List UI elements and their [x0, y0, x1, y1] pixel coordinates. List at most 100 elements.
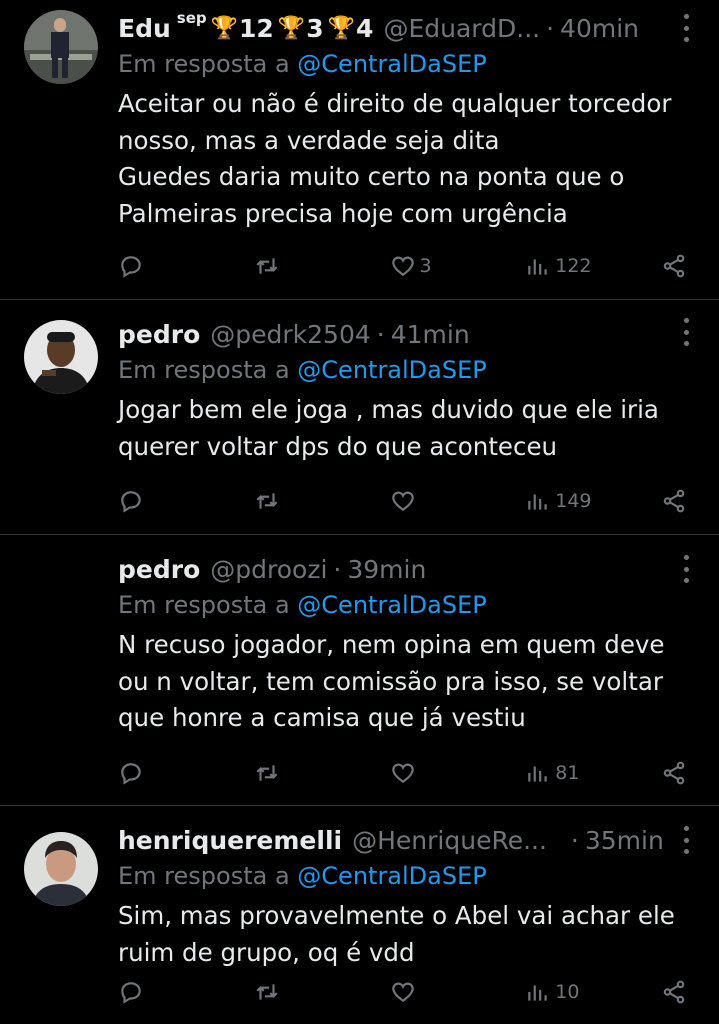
share-icon [663, 489, 685, 513]
tweet[interactable]: henriqueremelli @HenriqueRe... · 35min E… [0, 806, 719, 1024]
tweet-text: Sim, mas provavelmente o Abel vai achar … [118, 898, 699, 971]
user-handle[interactable]: @EduardD... [383, 14, 540, 43]
user-handle[interactable]: @HenriqueRe... [352, 826, 547, 855]
reply-feed: Edu sep 🏆 12 🏆 3 🏆 4 @EduardD... · 40min Em… [0, 0, 719, 1024]
reply-prefix: Em resposta a [118, 356, 290, 384]
tweet-text-line: Palmeiras precisa hoje com urgência [118, 198, 568, 228]
display-name[interactable]: pedro [118, 555, 200, 584]
retweet-button[interactable] [254, 253, 374, 279]
view-count: 10 [555, 981, 580, 1003]
share-button[interactable] [661, 253, 687, 279]
like-button[interactable] [390, 760, 510, 786]
views-button[interactable]: 122 [525, 253, 645, 279]
reply-icon [121, 256, 141, 278]
trophy-icon: 🏆 [210, 15, 239, 41]
tweet-text-line: Aceitar ou não é direito de qualquer tor… [118, 89, 672, 118]
timestamp[interactable]: 35min [585, 826, 664, 855]
reply-button[interactable] [118, 760, 238, 786]
trophy-icon: 🏆 [277, 15, 306, 41]
reply-context: Em resposta a @CentralDaSEP [118, 46, 699, 82]
tweet-text-line: que honre a camisa que já vestiu [118, 703, 526, 732]
retweet-button[interactable] [254, 979, 374, 1005]
share-button[interactable] [661, 979, 687, 1005]
tweet-text-line: querer voltar dps do que aconteceu [118, 431, 558, 461]
tweet-text: Aceitar ou não é direito de qualquer tor… [118, 86, 699, 232]
reply-prefix: Em resposta a [118, 591, 290, 619]
heart-icon [391, 491, 414, 511]
tweet-header: henriqueremelli @HenriqueRe... · 35min [118, 822, 699, 858]
reply-to-link[interactable]: @CentralDaSEP [297, 591, 486, 619]
more-options-icon[interactable] [681, 555, 691, 583]
tweet[interactable]: Edu sep 🏆 12 🏆 3 🏆 4 @EduardD... · 40min Em… [0, 0, 719, 300]
share-icon [663, 761, 685, 785]
timestamp[interactable]: 40min [560, 14, 639, 43]
like-button[interactable] [390, 488, 510, 514]
like-button[interactable] [390, 979, 510, 1005]
reply-context: Em resposta a @CentralDaSEP [118, 858, 699, 894]
reply-icon [121, 982, 141, 1004]
reply-button[interactable] [118, 979, 238, 1005]
action-bar: 10 [118, 974, 687, 1010]
views-button[interactable]: 10 [525, 979, 645, 1005]
reply-button[interactable] [118, 253, 238, 279]
retweet-icon [256, 493, 278, 509]
share-button[interactable] [661, 488, 687, 514]
like-button[interactable]: 3 [390, 253, 510, 279]
avatar[interactable] [24, 832, 98, 906]
retweet-button[interactable] [254, 760, 374, 786]
separator: · [546, 13, 555, 43]
more-options-icon[interactable] [681, 826, 691, 854]
separator: · [570, 825, 579, 855]
display-name[interactable]: henriqueremelli [118, 826, 342, 855]
display-name[interactable]: pedro [118, 320, 200, 349]
tweet-text: N recuso jogador, nem opina em quem deve… [118, 627, 699, 737]
reply-icon [121, 491, 141, 513]
tweet-text: Jogar bem ele joga , mas duvido que ele … [118, 392, 699, 465]
tweet-text-line: Guedes daria muito certo na ponta que o [118, 162, 625, 191]
avatar[interactable] [24, 10, 98, 84]
reply-to-link[interactable]: @CentralDaSEP [297, 862, 486, 890]
tweet-text-line: N recuso jogador, nem opina em quem deve [118, 630, 665, 659]
retweet-icon [256, 258, 278, 274]
avatar[interactable] [24, 320, 98, 394]
retweet-icon [256, 984, 278, 1000]
reply-to-link[interactable]: @CentralDaSEP [297, 50, 486, 78]
trophy-badge: 🏆 12 [210, 13, 274, 43]
like-count: 3 [419, 255, 432, 277]
reply-button[interactable] [118, 488, 238, 514]
heart-icon [391, 256, 414, 276]
separator: · [333, 554, 342, 584]
views-icon [528, 494, 547, 510]
reply-prefix: Em resposta a [118, 50, 290, 78]
view-count: 122 [555, 255, 592, 277]
retweet-button[interactable] [254, 488, 374, 514]
tweet[interactable]: pedro @pdroozi · 39min Em resposta a @Ce… [0, 535, 719, 806]
tweet[interactable]: pedro @pedrk2504 · 41min Em resposta a @… [0, 300, 719, 535]
views-icon [528, 259, 547, 275]
user-handle[interactable]: @pdroozi [210, 555, 327, 584]
timestamp[interactable]: 39min [347, 555, 426, 584]
timestamp[interactable]: 41min [391, 320, 470, 349]
trophy-icon: 🏆 [327, 15, 356, 41]
views-icon [528, 766, 547, 782]
tweet-header: pedro @pdroozi · 39min [118, 551, 699, 587]
display-name[interactable]: Edu [118, 14, 171, 43]
share-icon [663, 254, 685, 278]
reply-to-link[interactable]: @CentralDaSEP [297, 356, 486, 384]
tweet-text-line: ou n voltar, tem comissão pra isso, se v… [118, 666, 663, 696]
views-button[interactable]: 81 [525, 760, 645, 786]
view-count: 149 [555, 490, 592, 512]
tweet-header: Edu sep 🏆 12 🏆 3 🏆 4 @EduardD... · 40min [118, 9, 699, 46]
views-button[interactable]: 149 [525, 488, 645, 514]
tweet-text-line: ruim de grupo, oq é vdd [118, 937, 415, 967]
heart-icon [391, 763, 414, 783]
action-bar: 3 122 [118, 248, 687, 284]
user-handle[interactable]: @pedrk2504 [210, 320, 371, 349]
reply-prefix: Em resposta a [118, 862, 290, 890]
trophy-badge: 🏆 3 [277, 13, 324, 43]
share-icon [663, 980, 685, 1004]
more-options-icon[interactable] [681, 318, 691, 346]
share-button[interactable] [661, 760, 687, 786]
more-options-icon[interactable] [681, 14, 691, 42]
reply-context: Em resposta a @CentralDaSEP [118, 587, 699, 623]
